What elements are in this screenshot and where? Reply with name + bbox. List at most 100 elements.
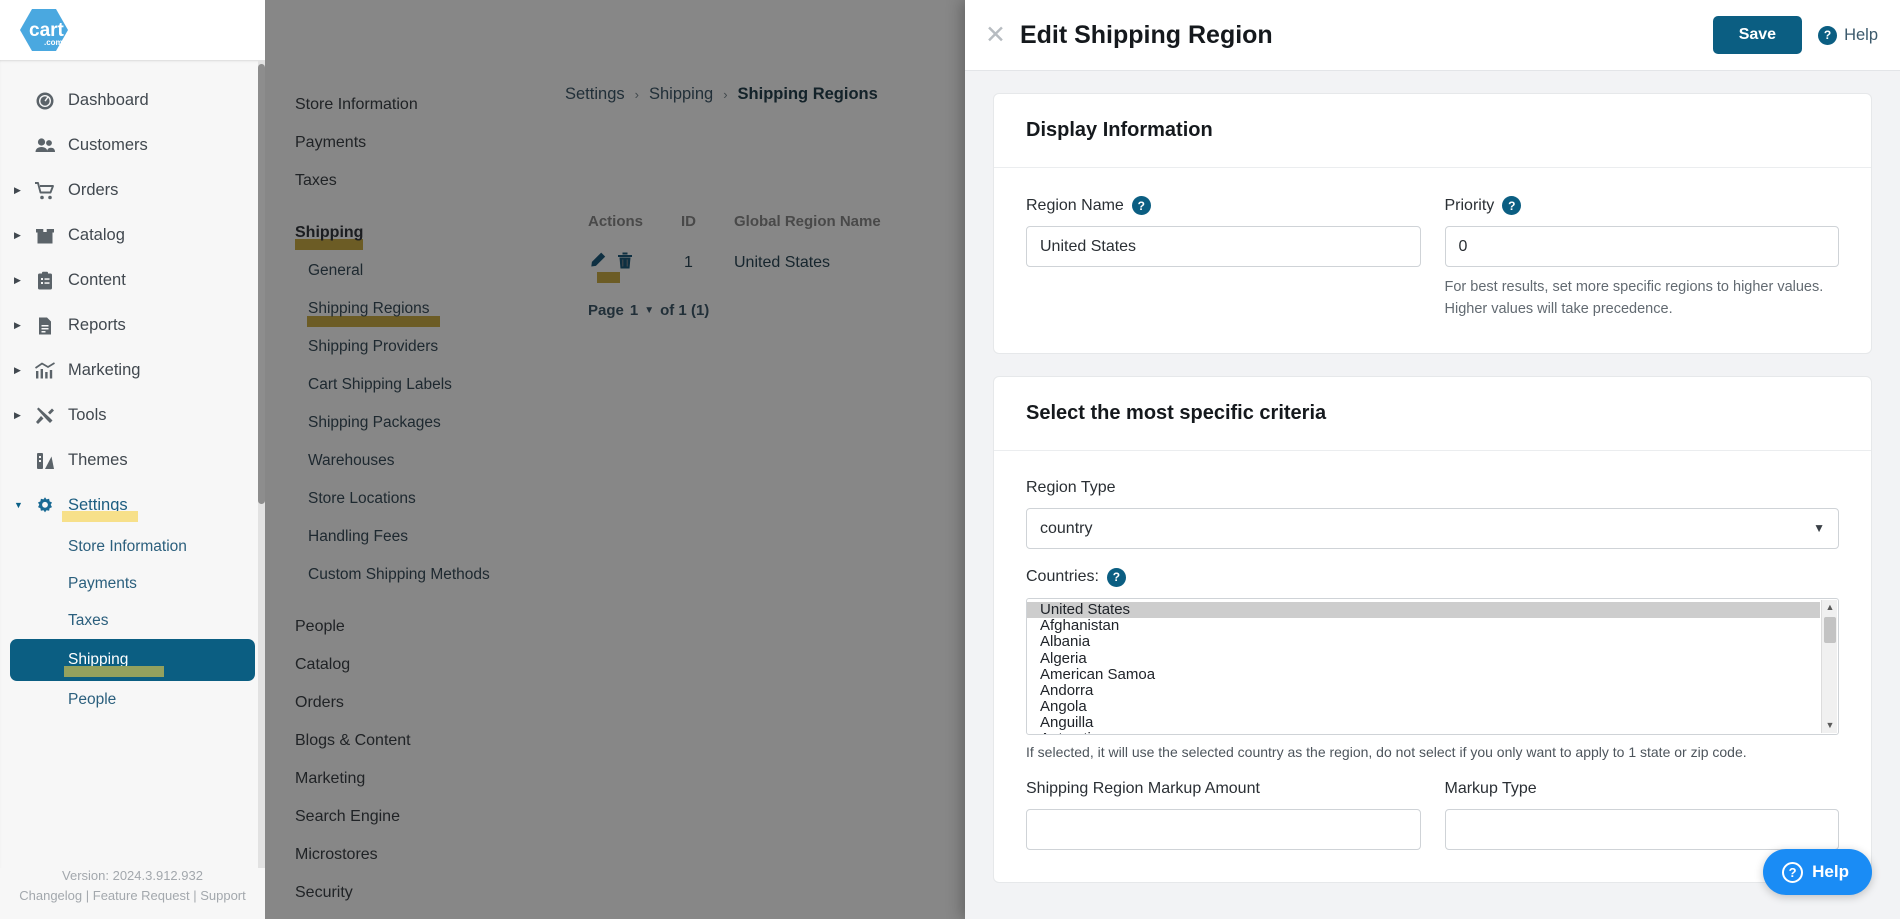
settings-nav-shipping-providers[interactable]: Shipping Providers (265, 328, 565, 366)
sidebar-item-content[interactable]: ▶ Content (0, 258, 265, 303)
close-icon[interactable]: ✕ (985, 22, 1006, 48)
edit-shipping-region-modal: ✕ Edit Shipping Region Save ? Help Displ… (965, 0, 1900, 919)
question-icon: ? (1818, 25, 1838, 45)
settings-nav-column: Store Information Payments Taxes Shippin… (265, 60, 565, 919)
nav-text: General (308, 262, 364, 279)
feature-request-link[interactable]: Feature Request (93, 888, 190, 903)
priority-input[interactable] (1444, 226, 1839, 267)
region-type-select[interactable]: country (1026, 507, 1839, 549)
sidebar-subitem-taxes[interactable]: Taxes (0, 602, 265, 639)
country-option[interactable]: Albania (1027, 634, 1820, 650)
sidebar-item-settings[interactable]: ▼ Settings (0, 483, 265, 528)
country-option[interactable]: Angola (1027, 698, 1820, 715)
country-option[interactable]: Algeria (1027, 650, 1820, 667)
settings-highlight (62, 511, 138, 522)
chevron-right-icon[interactable]: ▶ (14, 321, 28, 330)
sidebar-item-tools[interactable]: ▶ Tools (0, 393, 265, 438)
sidebar-item-label: Settings (62, 496, 138, 522)
countries-scrollbar-thumb[interactable] (1824, 616, 1836, 643)
country-option[interactable]: Anguilla (1027, 715, 1820, 731)
chevron-down-icon[interactable]: ▼ (644, 305, 654, 316)
sidebar-nav-scroll[interactable]: Dashboard Customers ▶ Orders ▶ Catalog ▶… (0, 60, 265, 868)
country-option[interactable]: United States (1027, 601, 1820, 619)
country-option[interactable]: Andorra (1027, 682, 1820, 699)
column-header-actions: Actions (588, 213, 644, 230)
sidebar-subitem-payments[interactable]: Payments (0, 565, 265, 602)
settings-nav-blogs-content[interactable]: Blogs & Content (265, 722, 565, 760)
sidebar-subitem-shipping[interactable]: Shipping (10, 639, 255, 681)
sidebar-item-label: Orders (68, 181, 119, 199)
settings-nav-custom-shipping-methods[interactable]: Custom Shipping Methods (265, 556, 565, 594)
sidebar-item-dashboard[interactable]: Dashboard (0, 78, 265, 123)
pager-page-select[interactable]: 1 (630, 302, 638, 319)
support-link[interactable]: Support (200, 888, 246, 903)
settings-nav-general[interactable]: General (265, 252, 565, 290)
settings-nav-shipping-regions[interactable]: Shipping Regions (265, 290, 565, 328)
question-icon[interactable]: ? (1106, 567, 1126, 587)
help-link[interactable]: ? Help (1818, 25, 1878, 45)
settings-nav-marketing[interactable]: Marketing (265, 760, 565, 798)
region-name-input[interactable] (1026, 226, 1421, 267)
settings-nav-catalog[interactable]: Catalog (265, 646, 565, 684)
countries-listbox[interactable]: United States Afghanistan Albania Algeri… (1026, 597, 1839, 735)
countries-scrollbar[interactable]: ▲ ▼ (1821, 599, 1838, 733)
scroll-down-icon[interactable]: ▼ (1822, 718, 1838, 733)
breadcrumb-settings[interactable]: Settings (565, 85, 625, 104)
pager-prefix: Page (588, 301, 624, 319)
settings-nav-taxes[interactable]: Taxes (265, 162, 565, 200)
priority-label: Priority (1444, 196, 1495, 214)
sidebar-subitem-store-information[interactable]: Store Information (0, 528, 265, 565)
sidebar-item-reports[interactable]: ▶ Reports (0, 303, 265, 348)
floating-help-button[interactable]: ? Help (1763, 849, 1872, 895)
country-option[interactable]: Antarctica (1027, 731, 1820, 734)
question-icon[interactable]: ? (1502, 196, 1522, 215)
settings-nav-security[interactable]: Security (265, 874, 565, 912)
save-button[interactable]: Save (1712, 16, 1803, 54)
settings-nav-shipping-header[interactable]: Shipping (265, 214, 565, 252)
chevron-right-icon[interactable]: ▶ (14, 276, 28, 285)
priority-hint: For best results, set more specific regi… (1445, 276, 1840, 321)
breadcrumb-separator: › (723, 87, 728, 102)
country-option[interactable]: Afghanistan (1027, 617, 1820, 634)
nav-text: Taxes (295, 172, 337, 189)
settings-nav-payments[interactable]: Payments (265, 124, 565, 162)
scroll-up-icon[interactable]: ▲ (1822, 600, 1838, 615)
settings-nav-store-information[interactable]: Store Information (265, 86, 565, 124)
settings-nav-cart-shipping-labels[interactable]: Cart Shipping Labels (265, 366, 565, 404)
settings-nav-search-engine[interactable]: Search Engine (265, 798, 565, 836)
sidebar-item-customers[interactable]: Customers (0, 123, 265, 168)
nav-text: Blogs & Content (295, 732, 411, 749)
breadcrumb-shipping[interactable]: Shipping (649, 85, 713, 104)
markup-amount-input[interactable] (1026, 808, 1421, 850)
sidebar-item-themes[interactable]: Themes (0, 438, 265, 483)
chevron-right-icon[interactable]: ▶ (14, 231, 28, 240)
settings-nav-store-locations[interactable]: Store Locations (265, 480, 565, 518)
nav-text: People (295, 618, 345, 635)
country-option[interactable]: American Samoa (1027, 666, 1820, 683)
sidebar-item-orders[interactable]: ▶ Orders (0, 168, 265, 213)
settings-nav-people[interactable]: People (265, 608, 565, 646)
changelog-link[interactable]: Changelog (19, 888, 82, 903)
sidebar-item-marketing[interactable]: ▶ Marketing (0, 348, 265, 393)
settings-nav-microstores[interactable]: Microstores (265, 836, 565, 874)
countries-scroll[interactable]: United States Afghanistan Albania Algeri… (1027, 601, 1838, 734)
settings-nav-orders[interactable]: Orders (265, 684, 565, 722)
question-icon[interactable]: ? (1131, 196, 1151, 215)
column-header-id: ID (681, 213, 696, 230)
nav-text: Warehouses (308, 452, 395, 469)
sidebar-subitem-people[interactable]: People (0, 681, 265, 718)
shipping-highlight (64, 666, 164, 677)
cart-com-logo[interactable]: cart .com (18, 7, 70, 53)
tools-icon (28, 406, 62, 426)
chevron-right-icon[interactable]: ▶ (14, 411, 28, 420)
criteria-card: Select the most specific criteria Region… (993, 375, 1872, 883)
markup-type-input[interactable] (1444, 808, 1839, 850)
priority-hint-line-1: For best results, set more specific regi… (1444, 279, 1824, 295)
chevron-right-icon[interactable]: ▶ (14, 186, 28, 195)
sidebar-item-catalog[interactable]: ▶ Catalog (0, 213, 265, 258)
chevron-down-icon[interactable]: ▼ (14, 501, 28, 510)
settings-nav-handling-fees[interactable]: Handling Fees (265, 518, 565, 556)
chevron-right-icon[interactable]: ▶ (14, 366, 28, 375)
settings-nav-shipping-packages[interactable]: Shipping Packages (265, 404, 565, 442)
settings-nav-warehouses[interactable]: Warehouses (265, 442, 565, 480)
